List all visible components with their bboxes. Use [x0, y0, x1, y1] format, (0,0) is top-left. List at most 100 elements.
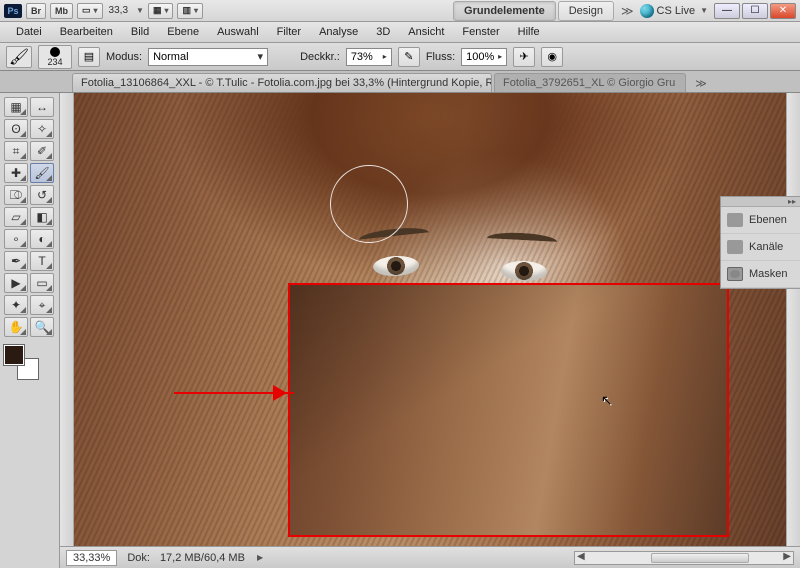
canvas-area: ↖ 33,33% Dok: 17,2 MB/60,4 MB ▶ [60, 93, 800, 568]
mode-label: Modus: [106, 51, 142, 63]
type-tool[interactable]: T [30, 251, 54, 271]
panel-collapse-icon[interactable]: ▸▸ [721, 197, 800, 207]
photo-detail [373, 255, 420, 277]
opacity-pressure-button[interactable]: ✎ [398, 47, 420, 67]
menu-3d[interactable]: 3D [368, 24, 398, 40]
3d-tool[interactable]: ✦ [4, 295, 28, 315]
pen-tool[interactable]: ✒ [4, 251, 28, 271]
hand-tool[interactable]: ✋ [4, 317, 28, 337]
foreground-color-swatch[interactable] [4, 345, 24, 365]
blend-mode-value: Normal [153, 51, 188, 63]
opacity-value: 73% [351, 51, 373, 63]
right-panel-dock: ▸▸ Ebenen Kanäle Masken [720, 196, 800, 289]
healing-brush-tool[interactable]: ✚ [4, 163, 28, 183]
panel-label: Kanäle [749, 241, 783, 253]
eraser-tool[interactable]: ▱ [4, 207, 28, 227]
menu-ansicht[interactable]: Ansicht [400, 24, 452, 40]
title-bar: Ps Br Mb ▭ 33,3 ▼ ▦ ▥ Grundelemente Desig… [0, 0, 800, 22]
menu-ebene[interactable]: Ebene [159, 24, 207, 40]
lasso-tool[interactable]: ʘ [4, 119, 28, 139]
mouse-cursor-icon: ↖ [601, 392, 613, 409]
brush-size-picker[interactable]: 234 [38, 45, 72, 69]
brush-panel-button[interactable]: ▤ [78, 47, 100, 67]
minibridge-button[interactable]: Mb [50, 3, 73, 19]
panel-item-kanaele[interactable]: Kanäle [721, 234, 800, 261]
masks-icon [727, 267, 743, 281]
menu-hilfe[interactable]: Hilfe [510, 24, 548, 40]
window-maximize-button[interactable]: ☐ [742, 3, 768, 19]
vertical-scrollbar[interactable] [786, 93, 800, 546]
layers-icon [727, 213, 743, 227]
brush-size-value: 234 [47, 57, 62, 67]
zoom-tool[interactable]: 🔍 [30, 317, 54, 337]
blend-mode-select[interactable]: Normal [148, 48, 268, 66]
path-select-tool[interactable]: ▶ [4, 273, 28, 293]
history-brush-tool[interactable]: ↺ [30, 185, 54, 205]
blur-tool[interactable]: ∘ [4, 229, 28, 249]
eyedropper-tool[interactable]: ✐ [30, 141, 54, 161]
workspace-more-icon[interactable]: ≫ [615, 4, 640, 18]
document-tab-inactive[interactable]: Fotolia_3792651_XL © Giorgio Gru [494, 73, 686, 92]
menu-filter[interactable]: Filter [269, 24, 309, 40]
zoom-level-text[interactable]: 33,3 [107, 5, 130, 16]
clone-stamp-tool[interactable]: ⎄ [4, 185, 28, 205]
arrange-docs-button[interactable]: ▥ [177, 3, 203, 19]
opacity-input[interactable]: 73% [346, 48, 392, 66]
move-arrow-tool[interactable]: ↔ [30, 97, 54, 117]
document-canvas[interactable]: ↖ [74, 93, 786, 546]
window-close-button[interactable]: ✕ [770, 3, 796, 19]
workspace-design[interactable]: Design [558, 1, 614, 21]
airbrush-button[interactable]: ✈ [513, 47, 535, 67]
menu-fenster[interactable]: Fenster [454, 24, 507, 40]
magic-wand-tool[interactable]: ✧ [30, 119, 54, 139]
opacity-label: Deckkr.: [300, 51, 340, 63]
brush-tool[interactable]: 🖌 [30, 163, 54, 183]
menu-bar: Datei Bearbeiten Bild Ebene Auswahl Filt… [0, 22, 800, 43]
flow-value: 100% [466, 51, 494, 63]
tablet-pressure-button[interactable]: ◉ [541, 47, 563, 67]
tabs-overflow-icon[interactable]: ≫ [690, 75, 712, 92]
photo-detail [487, 232, 558, 250]
status-menu-icon[interactable]: ▶ [257, 553, 263, 562]
crop-tool[interactable]: ⌗ [4, 141, 28, 161]
scrollbar-thumb[interactable] [651, 553, 749, 563]
color-swatches[interactable] [4, 345, 38, 379]
workspace-grundelemente[interactable]: Grundelemente [453, 1, 556, 21]
view-extras-button[interactable]: ▦ [148, 3, 174, 19]
cslive-label: CS Live [657, 5, 696, 17]
screen-mode-button[interactable]: ▭ [77, 3, 103, 19]
status-doc-label: Dok: [127, 552, 150, 564]
status-zoom-input[interactable]: 33,33% [66, 550, 117, 566]
current-tool-preview[interactable]: 🖌 [6, 46, 32, 68]
flow-input[interactable]: 100% [461, 48, 507, 66]
document-tab-active[interactable]: Fotolia_13106864_XXL - © T.Tulic - Fotol… [72, 73, 492, 92]
status-doc-value: 17,2 MB/60,4 MB [160, 552, 245, 564]
brush-preview-icon [50, 47, 60, 57]
vertical-ruler[interactable] [60, 93, 74, 546]
horizontal-scrollbar[interactable] [574, 551, 794, 565]
menu-analyse[interactable]: Analyse [311, 24, 366, 40]
panel-label: Ebenen [749, 214, 787, 226]
flow-label: Fluss: [426, 51, 455, 63]
menu-datei[interactable]: Datei [8, 24, 50, 40]
zoom-dropdown-icon[interactable]: ▼ [136, 6, 144, 15]
menu-bild[interactable]: Bild [123, 24, 157, 40]
panel-item-masken[interactable]: Masken [721, 261, 800, 288]
panel-label: Masken [749, 268, 788, 280]
channels-icon [727, 240, 743, 254]
move-tool[interactable]: ▦ [4, 97, 28, 117]
status-bar: 33,33% Dok: 17,2 MB/60,4 MB ▶ [60, 546, 800, 568]
panel-item-ebenen[interactable]: Ebenen [721, 207, 800, 234]
window-minimize-button[interactable]: — [714, 3, 740, 19]
dodge-tool[interactable]: ◐ [30, 229, 54, 249]
annotation-zoom-box [288, 283, 729, 537]
gradient-tool[interactable]: ◧ [30, 207, 54, 227]
document-tab-title: Fotolia_13106864_XXL - © T.Tulic - Fotol… [81, 77, 492, 89]
bridge-button[interactable]: Br [26, 3, 46, 19]
menu-bearbeiten[interactable]: Bearbeiten [52, 24, 121, 40]
menu-auswahl[interactable]: Auswahl [209, 24, 267, 40]
3d-camera-tool[interactable]: ⌖ [30, 295, 54, 315]
cslive-button[interactable]: CS Live ▼ [640, 4, 708, 18]
ps-icon: Ps [4, 4, 22, 18]
shape-tool[interactable]: ▭ [30, 273, 54, 293]
